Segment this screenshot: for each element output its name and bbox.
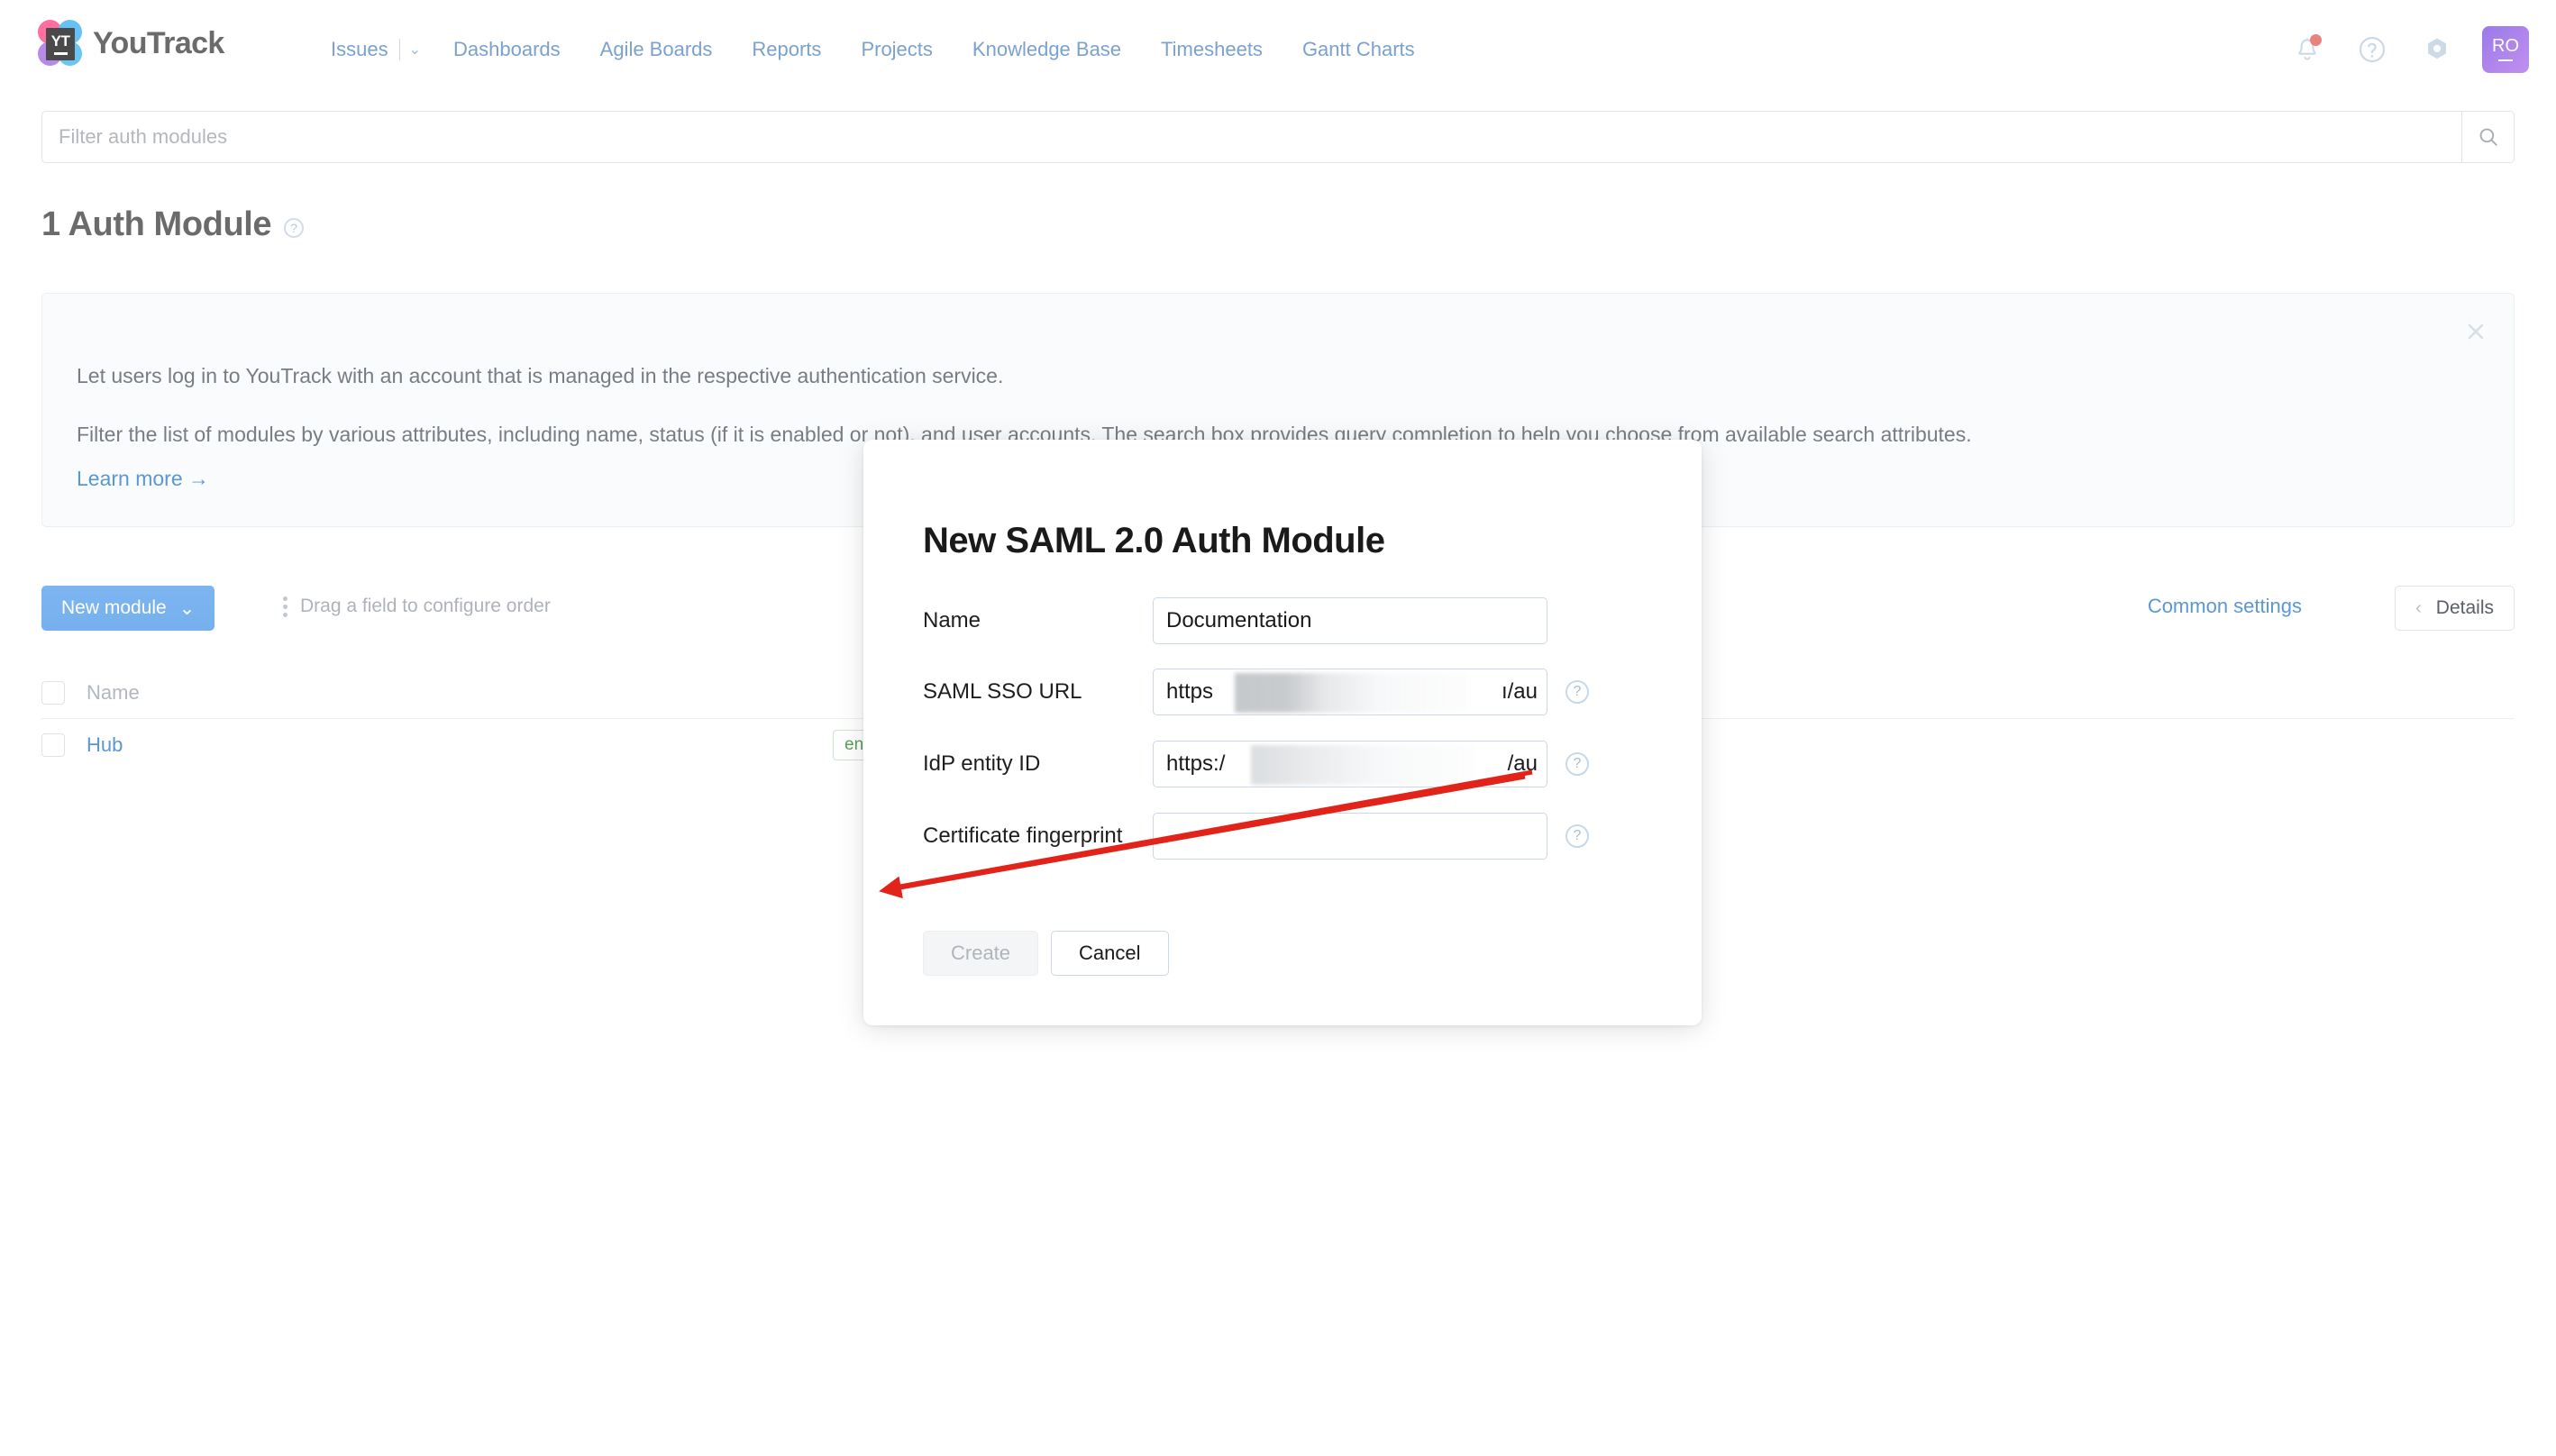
drag-handle-icon[interactable] [283,596,288,617]
nav-item-knowledge-base[interactable]: Knowledge Base [953,38,1141,61]
redaction-overlay [1251,745,1476,785]
idp-entity-id-tail: /au [1505,751,1538,777]
page-title-row: 1 Auth Module ? [41,205,305,244]
nav-item-timesheets[interactable]: Timesheets [1141,38,1283,61]
cancel-button[interactable]: Cancel [1051,931,1169,976]
new-saml-auth-module-dialog: New SAML 2.0 Auth Module Name Documentat… [863,440,1702,1025]
close-icon [2468,323,2484,340]
drag-hint-label: Drag a field to configure order [300,596,551,616]
main-navigation: Issues ⌄ Dashboards Agile Boards Reports… [311,0,1435,99]
learn-more-link[interactable]: Learn more → [77,467,209,491]
row-name-cell: Hub [87,733,833,757]
new-module-label: New module [61,597,167,618]
app-header: YT YouTrack Issues ⌄ Dashboards Agile Bo… [0,0,2556,99]
nav-item-issues[interactable]: Issues [311,38,397,61]
avatar-initials: RO [2492,35,2519,56]
info-panel-line-1: Let users log in to YouTrack with an acc… [77,364,1004,387]
nav-item-dashboards[interactable]: Dashboards [434,38,580,61]
header-actions: RO [2287,0,2529,99]
search-button[interactable] [2461,112,2514,162]
details-toggle-button[interactable]: ‹ Details [2395,586,2515,631]
logo-mark-text: YT [50,32,70,50]
notification-dot-badge [2310,34,2322,46]
drag-hint-group: Drag a field to configure order [283,596,551,617]
form-row-certificate-fingerprint: Certificate fingerprint ? [923,813,1644,860]
help-button[interactable] [2352,30,2392,69]
dialog-title: New SAML 2.0 Auth Module [923,521,1385,560]
filter-bar [41,111,2515,163]
saml-sso-url-input[interactable]: https ı/au [1153,669,1547,715]
name-input-value: Documentation [1166,608,1312,632]
page-title-help-icon[interactable]: ? [284,217,305,238]
brand-name[interactable]: YouTrack [93,26,224,61]
search-icon [2479,128,2497,146]
nav-item-projects[interactable]: Projects [841,38,952,61]
select-all-checkbox[interactable] [41,680,65,705]
saml-sso-url-tail: ı/au [1499,679,1538,705]
nav-item-reports[interactable]: Reports [732,38,841,61]
user-avatar[interactable]: RO [2482,26,2529,73]
certificate-fingerprint-input[interactable] [1153,813,1547,860]
form-row-name: Name Documentation [923,597,1644,644]
gear-hex-icon [2428,38,2446,59]
nav-item-gantt-charts[interactable]: Gantt Charts [1283,38,1435,61]
page-title: 1 Auth Module [41,205,272,243]
idp-entity-id-input[interactable]: https:/ /au [1153,741,1547,787]
details-label: Details [2435,597,2494,618]
saml-sso-url-value: https [1166,679,1214,704]
name-input[interactable]: Documentation [1153,597,1547,644]
logo-mark-square: YT [46,28,75,60]
search-input[interactable] [42,112,2461,162]
nav-item-agile-boards[interactable]: Agile Boards [580,38,733,61]
label-saml-sso-url: SAML SSO URL [923,679,1082,704]
notifications-button[interactable] [2287,30,2327,69]
settings-button[interactable] [2417,30,2457,69]
row-name-link[interactable]: Hub [87,733,123,756]
label-idp-entity-id: IdP entity ID [923,751,1041,776]
create-button[interactable]: Create [923,931,1039,976]
common-settings-link[interactable]: Common settings [2148,595,2302,618]
saml-sso-url-help-icon[interactable]: ? [1566,680,1589,704]
form-row-idp-entity-id: IdP entity ID https:/ /au ? [923,741,1644,787]
nav-issues-chevron-down-icon[interactable]: ⌄ [402,41,434,59]
column-header-name[interactable]: Name [87,681,833,705]
label-certificate-fingerprint: Certificate fingerprint [923,824,1123,848]
nav-divider [398,39,400,60]
label-name: Name [923,608,981,632]
new-module-button[interactable]: New module ⌄ [41,586,215,631]
dialog-actions: Create Cancel [923,931,1169,976]
logo-mark-bar [53,52,68,55]
redaction-overlay [1235,673,1467,713]
idp-entity-id-value: https:/ [1166,751,1226,776]
help-circle-icon [2359,36,2386,63]
form-row-saml-sso-url: SAML SSO URL https ı/au ? [923,669,1644,715]
youtrack-logo[interactable]: YT [32,16,87,70]
chevron-down-icon: ⌄ [178,597,196,619]
idp-entity-id-help-icon[interactable]: ? [1566,752,1589,776]
info-panel-close-button[interactable] [2458,314,2494,350]
avatar-dash [2498,59,2513,61]
chevron-left-icon: ‹ [2415,597,2422,618]
certificate-fingerprint-help-icon[interactable]: ? [1566,824,1589,848]
row-checkbox[interactable] [41,733,65,757]
